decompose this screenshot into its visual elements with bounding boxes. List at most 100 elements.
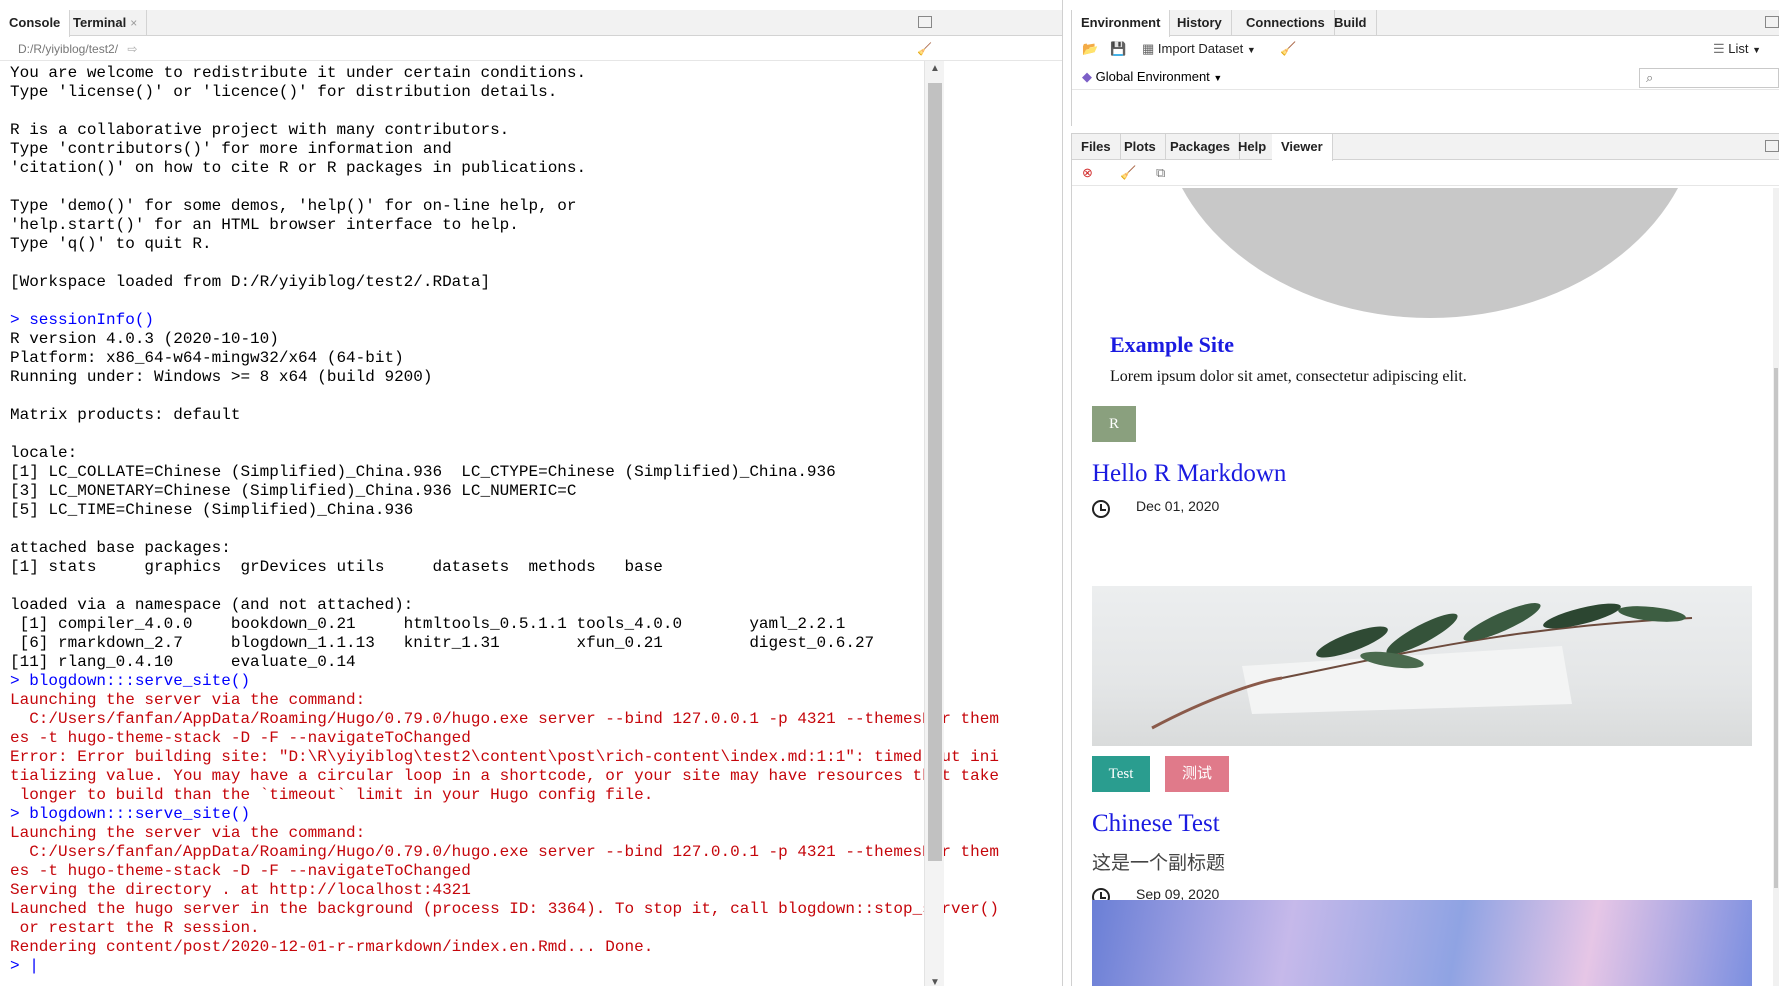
console-line: [1] LC_COLLATE=Chinese (Simplified)_Chin…: [10, 463, 836, 481]
tag-test[interactable]: Test: [1092, 756, 1150, 792]
console-line: Rendering content/post/2020-12-01-r-rmar…: [10, 938, 654, 956]
tab-help-label: Help: [1238, 139, 1267, 154]
import-dataset-button[interactable]: ▦ Import Dataset ▼: [1142, 36, 1256, 63]
console-line: Type 'license()' or 'licence()' for dist…: [10, 83, 558, 101]
post-title-hello-r-markdown[interactable]: Hello R Markdown: [1092, 460, 1286, 488]
table-icon: ▦: [1142, 41, 1155, 56]
working-directory[interactable]: D:/R/yiyiblog/test2/: [18, 42, 118, 56]
post-thumbnail-leaf[interactable]: [1092, 586, 1752, 746]
scope-label: Global Environment: [1095, 69, 1210, 84]
clear-console-icon[interactable]: 🧹: [917, 37, 932, 61]
tab-files-label: Files: [1081, 139, 1111, 154]
tab-terminal-close-icon[interactable]: ×: [130, 16, 137, 30]
console-line: [3] LC_MONETARY=Chinese (Simplified)_Chi…: [10, 482, 577, 500]
console-line: Error: Error building site: "D:\R\yiyibl…: [10, 748, 999, 766]
environment-tabbar: Environment History Connections Build: [1072, 10, 1779, 37]
console-line: es -t hugo-theme-stack -D -F --navigateT…: [10, 862, 471, 880]
console-line: Launched the hugo server in the backgrou…: [10, 900, 999, 918]
scroll-down-arrow-icon[interactable]: ▼: [930, 977, 940, 986]
tab-console[interactable]: Console: [0, 10, 71, 37]
console-line: > sessionInfo(): [10, 311, 155, 329]
console-line: [11] rlang_0.4.10 evaluate_0.14: [10, 653, 356, 671]
environment-search-input[interactable]: ⌕: [1639, 68, 1779, 88]
console-line: > blogdown:::serve_site(): [10, 672, 251, 690]
tag-ceshi[interactable]: 测试: [1165, 756, 1229, 792]
broom-icon[interactable]: 🧹: [1120, 160, 1136, 186]
console-line: Type 'q()' to quit R.: [10, 235, 212, 253]
maximize-environment-icon[interactable]: [1765, 16, 1779, 28]
site-description: Lorem ipsum dolor sit amet, consectetur …: [1110, 368, 1467, 385]
search-icon: ⌕: [1646, 70, 1654, 85]
console-output[interactable]: You are welcome to redistribute it under…: [10, 64, 1044, 982]
list-icon: ☰: [1712, 41, 1725, 56]
console-line: R version 4.0.3 (2020-10-10): [10, 330, 279, 348]
console-line: Type 'contributors()' for more informati…: [10, 140, 452, 158]
console-line: > |: [10, 957, 39, 975]
tab-files[interactable]: Files: [1072, 134, 1121, 160]
tab-history-label: History: [1177, 15, 1222, 30]
console-path-bar: D:/R/yiyiblog/test2/ ⇨ 🧹: [0, 37, 1062, 61]
tab-environment-label: Environment: [1081, 15, 1161, 30]
tab-build-label: Build: [1334, 15, 1367, 30]
console-line: longer to build than the `timeout` limit…: [10, 786, 654, 804]
post-thumbnail-marble[interactable]: [1092, 900, 1752, 986]
console-line: Launching the server via the command:: [10, 691, 366, 709]
broom-icon[interactable]: 🧹: [1280, 36, 1296, 62]
viewer-scroll-thumb[interactable]: [1774, 368, 1778, 888]
console-line: [1] stats graphics grDevices utils datas…: [10, 558, 663, 576]
console-scrollbar[interactable]: ▲ ▼: [924, 61, 944, 986]
scope-selector[interactable]: ◆ Global Environment ▼: [1082, 64, 1222, 91]
save-icon[interactable]: 💾: [1110, 36, 1126, 62]
tab-viewer[interactable]: Viewer: [1272, 134, 1333, 161]
console-line: tializing value. You may have a circular…: [10, 767, 999, 785]
console-line: You are welcome to redistribute it under…: [10, 64, 587, 82]
tab-environment[interactable]: Environment: [1072, 10, 1171, 37]
maximize-viewer-icon[interactable]: [1765, 140, 1779, 152]
maximize-pane-icon[interactable]: [918, 16, 932, 28]
tab-viewer-label: Viewer: [1281, 139, 1323, 154]
site-avatar: [1160, 188, 1700, 318]
post-date: Dec 01, 2020: [1136, 498, 1220, 514]
tab-plots[interactable]: Plots: [1115, 134, 1166, 160]
console-scroll-thumb[interactable]: [928, 83, 942, 861]
post-subtitle: 这是一个副标题: [1092, 853, 1226, 874]
console-line: or restart the R session.: [10, 919, 260, 937]
import-dataset-label: Import Dataset: [1157, 41, 1244, 56]
console-line: 'help.start()' for an HTML browser inter…: [10, 216, 519, 234]
console-line: C:/Users/fanfan/AppData/Roaming/Hugo/0.7…: [10, 710, 999, 728]
view-mode-label: List: [1728, 41, 1749, 56]
viewer-tabbar: Files Plots Packages Help Viewer: [1072, 134, 1779, 161]
goto-directory-icon[interactable]: ⇨: [127, 42, 137, 56]
tab-connections[interactable]: Connections: [1237, 10, 1335, 36]
open-folder-icon[interactable]: 📂: [1082, 36, 1098, 62]
viewer-scrollbar[interactable]: [1773, 188, 1779, 986]
scroll-up-arrow-icon[interactable]: ▲: [930, 63, 940, 74]
stop-icon[interactable]: ⊗: [1082, 160, 1093, 186]
view-mode-dropdown[interactable]: ☰ List ▼: [1713, 36, 1761, 63]
tab-connections-label: Connections: [1246, 15, 1325, 30]
console-line: [5] LC_TIME=Chinese (Simplified)_China.9…: [10, 501, 414, 519]
tab-console-label: Console: [9, 15, 61, 30]
viewer-toolbar: ⊗ 🧹 ⧉: [1072, 160, 1779, 186]
console-tabbar: Console Terminal ×: [0, 10, 1062, 37]
console-line: Serving the directory . at http://localh…: [10, 881, 471, 899]
tab-history[interactable]: History: [1168, 10, 1232, 36]
show-in-window-icon[interactable]: ⧉: [1156, 160, 1165, 186]
tab-build[interactable]: Build: [1325, 10, 1377, 36]
tag-r[interactable]: R: [1092, 406, 1136, 442]
environment-toolbar: 📂 💾 ▦ Import Dataset ▼ 🧹 ☰ List ▼: [1072, 36, 1779, 62]
console-line: loaded via a namespace (and not attached…: [10, 596, 414, 614]
post-title-chinese-test[interactable]: Chinese Test: [1092, 810, 1220, 838]
r-cube-icon: ◆: [1082, 69, 1092, 84]
tab-help[interactable]: Help: [1229, 134, 1277, 160]
site-title[interactable]: Example Site: [1110, 332, 1234, 358]
viewer-pane: Files Plots Packages Help Viewer ⊗ 🧹 ⧉ E…: [1071, 133, 1779, 986]
tab-terminal[interactable]: Terminal ×: [64, 10, 148, 36]
